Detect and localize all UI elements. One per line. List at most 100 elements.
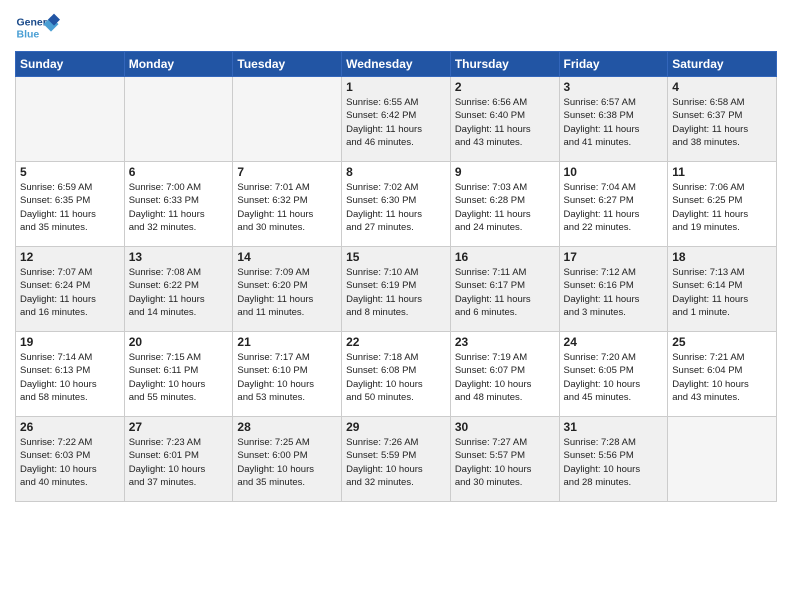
calendar-day-header: Wednesday xyxy=(342,52,451,77)
day-number: 18 xyxy=(672,250,772,264)
day-number: 23 xyxy=(455,335,555,349)
day-info: Sunrise: 7:09 AM Sunset: 6:20 PM Dayligh… xyxy=(237,266,337,319)
day-number: 14 xyxy=(237,250,337,264)
page-header: General Blue xyxy=(15,10,777,45)
calendar-day-cell: 2 Sunrise: 6:56 AM Sunset: 6:40 PM Daylig… xyxy=(450,77,559,162)
logo-icon: General Blue xyxy=(15,10,60,45)
day-number: 8 xyxy=(346,165,446,179)
day-info: Sunrise: 7:12 AM Sunset: 6:16 PM Dayligh… xyxy=(564,266,664,319)
day-number: 12 xyxy=(20,250,120,264)
calendar-day-cell: 21 Sunrise: 7:17 AM Sunset: 6:10 PM Dayli… xyxy=(233,332,342,417)
calendar-day-header: Friday xyxy=(559,52,668,77)
day-info: Sunrise: 7:01 AM Sunset: 6:32 PM Dayligh… xyxy=(237,181,337,234)
day-number: 21 xyxy=(237,335,337,349)
day-info: Sunrise: 7:23 AM Sunset: 6:01 PM Dayligh… xyxy=(129,436,229,489)
day-info: Sunrise: 7:28 AM Sunset: 5:56 PM Dayligh… xyxy=(564,436,664,489)
calendar-day-cell: 23 Sunrise: 7:19 AM Sunset: 6:07 PM Dayli… xyxy=(450,332,559,417)
day-number: 31 xyxy=(564,420,664,434)
day-number: 10 xyxy=(564,165,664,179)
day-number: 24 xyxy=(564,335,664,349)
calendar-day-header: Tuesday xyxy=(233,52,342,77)
day-number: 26 xyxy=(20,420,120,434)
calendar-day-header: Sunday xyxy=(16,52,125,77)
day-info: Sunrise: 7:03 AM Sunset: 6:28 PM Dayligh… xyxy=(455,181,555,234)
calendar-day-cell: 16 Sunrise: 7:11 AM Sunset: 6:17 PM Dayli… xyxy=(450,247,559,332)
calendar-day-header: Thursday xyxy=(450,52,559,77)
day-info: Sunrise: 7:17 AM Sunset: 6:10 PM Dayligh… xyxy=(237,351,337,404)
calendar-day-cell: 6 Sunrise: 7:00 AM Sunset: 6:33 PM Daylig… xyxy=(124,162,233,247)
day-info: Sunrise: 7:26 AM Sunset: 5:59 PM Dayligh… xyxy=(346,436,446,489)
svg-text:Blue: Blue xyxy=(17,29,40,41)
day-info: Sunrise: 7:06 AM Sunset: 6:25 PM Dayligh… xyxy=(672,181,772,234)
day-number: 2 xyxy=(455,80,555,94)
calendar-day-cell: 7 Sunrise: 7:01 AM Sunset: 6:32 PM Daylig… xyxy=(233,162,342,247)
day-info: Sunrise: 7:22 AM Sunset: 6:03 PM Dayligh… xyxy=(20,436,120,489)
page-container: General Blue SundayMondayTuesdayWednesda… xyxy=(0,0,792,612)
day-number: 16 xyxy=(455,250,555,264)
calendar-day-cell: 30Sunrise: 7:27 AM Sunset: 5:57 PM Dayli… xyxy=(450,417,559,502)
day-number: 20 xyxy=(129,335,229,349)
day-info: Sunrise: 7:00 AM Sunset: 6:33 PM Dayligh… xyxy=(129,181,229,234)
calendar-day-cell: 13 Sunrise: 7:08 AM Sunset: 6:22 PM Dayli… xyxy=(124,247,233,332)
day-info: Sunrise: 7:10 AM Sunset: 6:19 PM Dayligh… xyxy=(346,266,446,319)
day-info: Sunrise: 7:19 AM Sunset: 6:07 PM Dayligh… xyxy=(455,351,555,404)
calendar-header-row: SundayMondayTuesdayWednesdayThursdayFrid… xyxy=(16,52,777,77)
calendar-day-cell: 4 Sunrise: 6:58 AM Sunset: 6:37 PM Daylig… xyxy=(668,77,777,162)
calendar-table: SundayMondayTuesdayWednesdayThursdayFrid… xyxy=(15,51,777,502)
day-number: 3 xyxy=(564,80,664,94)
calendar-day-cell: 15Sunrise: 7:10 AM Sunset: 6:19 PM Dayli… xyxy=(342,247,451,332)
calendar-day-cell xyxy=(233,77,342,162)
day-number: 28 xyxy=(237,420,337,434)
day-info: Sunrise: 7:25 AM Sunset: 6:00 PM Dayligh… xyxy=(237,436,337,489)
day-number: 7 xyxy=(237,165,337,179)
day-number: 6 xyxy=(129,165,229,179)
day-number: 19 xyxy=(20,335,120,349)
calendar-day-cell: 24 Sunrise: 7:20 AM Sunset: 6:05 PM Dayli… xyxy=(559,332,668,417)
calendar-week-row: 12 Sunrise: 7:07 AM Sunset: 6:24 PM Dayli… xyxy=(16,247,777,332)
day-info: Sunrise: 6:55 AM Sunset: 6:42 PM Dayligh… xyxy=(346,96,446,149)
calendar-day-cell: 27Sunrise: 7:23 AM Sunset: 6:01 PM Dayli… xyxy=(124,417,233,502)
calendar-day-cell xyxy=(124,77,233,162)
day-number: 4 xyxy=(672,80,772,94)
day-info: Sunrise: 7:11 AM Sunset: 6:17 PM Dayligh… xyxy=(455,266,555,319)
calendar-day-cell: 5 Sunrise: 6:59 AM Sunset: 6:35 PM Daylig… xyxy=(16,162,125,247)
day-info: Sunrise: 7:15 AM Sunset: 6:11 PM Dayligh… xyxy=(129,351,229,404)
calendar-day-header: Monday xyxy=(124,52,233,77)
day-info: Sunrise: 7:13 AM Sunset: 6:14 PM Dayligh… xyxy=(672,266,772,319)
calendar-day-cell: 3Sunrise: 6:57 AM Sunset: 6:38 PM Daylig… xyxy=(559,77,668,162)
day-info: Sunrise: 6:58 AM Sunset: 6:37 PM Dayligh… xyxy=(672,96,772,149)
calendar-day-cell: 1 Sunrise: 6:55 AM Sunset: 6:42 PM Daylig… xyxy=(342,77,451,162)
day-info: Sunrise: 6:56 AM Sunset: 6:40 PM Dayligh… xyxy=(455,96,555,149)
calendar-day-header: Saturday xyxy=(668,52,777,77)
day-number: 22 xyxy=(346,335,446,349)
calendar-day-cell: 25Sunrise: 7:21 AM Sunset: 6:04 PM Dayli… xyxy=(668,332,777,417)
day-info: Sunrise: 6:59 AM Sunset: 6:35 PM Dayligh… xyxy=(20,181,120,234)
calendar-day-cell: 17Sunrise: 7:12 AM Sunset: 6:16 PM Dayli… xyxy=(559,247,668,332)
day-info: Sunrise: 7:20 AM Sunset: 6:05 PM Dayligh… xyxy=(564,351,664,404)
day-number: 5 xyxy=(20,165,120,179)
calendar-day-cell: 22Sunrise: 7:18 AM Sunset: 6:08 PM Dayli… xyxy=(342,332,451,417)
calendar-week-row: 5 Sunrise: 6:59 AM Sunset: 6:35 PM Daylig… xyxy=(16,162,777,247)
calendar-day-cell: 8Sunrise: 7:02 AM Sunset: 6:30 PM Daylig… xyxy=(342,162,451,247)
calendar-day-cell xyxy=(16,77,125,162)
day-number: 1 xyxy=(346,80,446,94)
day-info: Sunrise: 7:27 AM Sunset: 5:57 PM Dayligh… xyxy=(455,436,555,489)
logo: General Blue xyxy=(15,10,60,45)
calendar-day-cell: 28 Sunrise: 7:25 AM Sunset: 6:00 PM Dayli… xyxy=(233,417,342,502)
calendar-day-cell: 31 Sunrise: 7:28 AM Sunset: 5:56 PM Dayli… xyxy=(559,417,668,502)
day-info: Sunrise: 7:14 AM Sunset: 6:13 PM Dayligh… xyxy=(20,351,120,404)
day-info: Sunrise: 7:08 AM Sunset: 6:22 PM Dayligh… xyxy=(129,266,229,319)
calendar-day-cell: 9 Sunrise: 7:03 AM Sunset: 6:28 PM Daylig… xyxy=(450,162,559,247)
calendar-day-cell: 12 Sunrise: 7:07 AM Sunset: 6:24 PM Dayli… xyxy=(16,247,125,332)
calendar-day-cell: 11Sunrise: 7:06 AM Sunset: 6:25 PM Dayli… xyxy=(668,162,777,247)
calendar-day-cell: 29 Sunrise: 7:26 AM Sunset: 5:59 PM Dayli… xyxy=(342,417,451,502)
calendar-week-row: 26 Sunrise: 7:22 AM Sunset: 6:03 PM Dayli… xyxy=(16,417,777,502)
calendar-day-cell: 10Sunrise: 7:04 AM Sunset: 6:27 PM Dayli… xyxy=(559,162,668,247)
calendar-day-cell: 14 Sunrise: 7:09 AM Sunset: 6:20 PM Dayli… xyxy=(233,247,342,332)
calendar-day-cell: 26 Sunrise: 7:22 AM Sunset: 6:03 PM Dayli… xyxy=(16,417,125,502)
day-number: 13 xyxy=(129,250,229,264)
day-info: Sunrise: 7:07 AM Sunset: 6:24 PM Dayligh… xyxy=(20,266,120,319)
day-number: 9 xyxy=(455,165,555,179)
calendar-day-cell: 20 Sunrise: 7:15 AM Sunset: 6:11 PM Dayli… xyxy=(124,332,233,417)
day-number: 29 xyxy=(346,420,446,434)
